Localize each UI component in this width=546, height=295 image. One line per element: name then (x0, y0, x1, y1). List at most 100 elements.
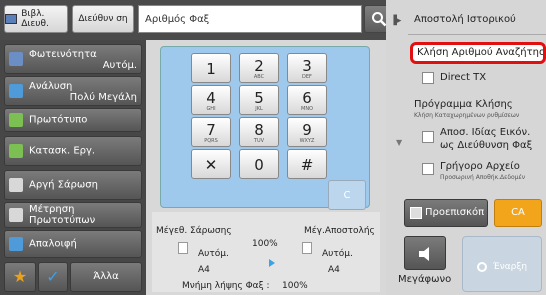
scroll-down-icon[interactable]: ▼ (396, 138, 408, 150)
book-icon (5, 14, 18, 24)
scan-info-panel: Μέγεθ. Σάρωσης Μέγ.Αποστολής 100% Αυτόμ.… (152, 212, 380, 292)
ratio-value: 100% (252, 239, 278, 249)
keypad-letters: ABC (253, 74, 265, 80)
job-build-button[interactable]: Κατασκ. Εργ. (4, 136, 142, 166)
check-icon: ✓ (46, 267, 60, 286)
keypad-digit: 5 (254, 89, 264, 107)
send-size-label: Μέγ.Αποστολής (304, 226, 375, 236)
call-program-sub: Κλήση Καταχωρημένων ρυθμίσεων (414, 112, 520, 119)
collapse-icon[interactable]: ▐▸ (390, 16, 402, 28)
preview-icon (410, 207, 422, 219)
speaker-button[interactable] (404, 236, 446, 270)
right-panel: ▐▸ Αποστολή Ιστορικού Κλήση Αριθμού Αναζ… (386, 0, 546, 295)
resolution-icon (9, 84, 23, 98)
original-count-button[interactable]: Μέτρηση Πρωτοτύπων (4, 202, 142, 228)
ca-button[interactable]: CA (494, 199, 542, 227)
keypad-key-12[interactable]: # (287, 149, 327, 179)
original-button[interactable]: Πρωτότυπο (4, 108, 142, 132)
job-build-icon (9, 144, 23, 158)
address-book-label: Βιβλ. Διευθ. (21, 9, 49, 29)
keypad-key-2[interactable]: 2 ABC (239, 53, 279, 83)
original-label: Πρωτότυπο (29, 114, 88, 126)
keypad-digit: 3 (302, 57, 312, 75)
keypad-key-8[interactable]: 8 TUV (239, 117, 279, 147)
erase-label: Απαλοιφή (29, 238, 77, 250)
call-program-item[interactable]: Πρόγραμμα Κλήσης (414, 99, 513, 110)
send-paper-size: A4 (328, 265, 340, 275)
keypad-digit: 6 (302, 89, 312, 107)
fax-number-input[interactable]: Αριθμός Φαξ (138, 5, 362, 33)
keypad-letters: GHI (206, 106, 216, 112)
send-history-item[interactable]: Αποστολή Ιστορικού (414, 14, 516, 25)
clear-key[interactable]: C (328, 180, 366, 210)
keypad-digit: 2 (254, 57, 264, 75)
keypad-key-6[interactable]: 6 MNO (287, 85, 327, 115)
keypad-key-3[interactable]: 3 DEF (287, 53, 327, 83)
send-same-image-checkbox[interactable] (422, 131, 434, 143)
resolution-label: Ανάλυση (29, 81, 73, 92)
settings-sidebar: Φωτεινότητα Αυτόμ. Ανάλυση Πολύ Μεγάλη Π… (0, 40, 146, 295)
favorites-button[interactable]: ★ (4, 262, 36, 292)
address-entry-button[interactable]: Διεύθυν ση (72, 5, 134, 33)
keypad-key-9[interactable]: 9 WXYZ (287, 117, 327, 147)
scan-size-label: Μέγεθ. Σάρωσης (156, 226, 232, 236)
keypad-letters: DEF (302, 74, 312, 80)
keypad-key-4[interactable]: 4 GHI (191, 85, 231, 115)
speaker-icon (419, 247, 429, 261)
start-button[interactable]: Έναρξη (462, 236, 542, 292)
keypad-key-11[interactable]: 0 (239, 149, 279, 179)
slow-scan-label: Αργή Σάρωση (29, 179, 98, 191)
scan-paper-size: A4 (198, 265, 210, 275)
slow-scan-button[interactable]: Αργή Σάρωση (4, 170, 142, 200)
keypad-digit: 9 (302, 121, 312, 139)
keypad-letters: TUV (253, 138, 265, 144)
other-button[interactable]: Άλλα (70, 262, 142, 292)
keypad-area: 1 2 ABC 3 DEF 4 GHI 5 JKL 6 MNO 7 PQRS 8 TUV 9 WXYZ ✕ 0 # C… (146, 40, 386, 295)
direct-tx-label: Direct TX (440, 72, 487, 83)
erase-icon (9, 237, 23, 251)
fax-memory-value: 100% (282, 281, 308, 291)
keypad-letters: WXYZ (299, 138, 315, 144)
keypad-panel: 1 2 ABC 3 DEF 4 GHI 5 JKL 6 MNO 7 PQRS 8 TUV 9 WXYZ ✕ 0 # C (160, 46, 370, 210)
job-build-label: Κατασκ. Εργ. (29, 145, 96, 157)
star-icon: ★ (12, 267, 28, 286)
keypad-key-1[interactable]: 1 (191, 53, 231, 83)
original-icon (9, 113, 23, 127)
keypad-digit: # (300, 156, 314, 174)
quick-file-checkbox[interactable] (422, 163, 434, 175)
direct-tx-checkbox[interactable] (422, 72, 434, 84)
document-icon (178, 242, 188, 254)
resolution-value: Πολύ Μεγάλη (69, 92, 137, 103)
keypad-letters: PQRS (204, 138, 218, 144)
check-button[interactable]: ✓ (38, 262, 68, 292)
keypad-digit: 8 (254, 121, 264, 139)
arrow-right-icon (269, 259, 275, 267)
erase-button[interactable]: Απαλοιφή (4, 230, 142, 258)
resolution-button[interactable]: Ανάλυση Πολύ Μεγάλη (4, 76, 142, 106)
keypad-digit: 1 (206, 60, 216, 78)
keypad-digit: 0 (254, 156, 264, 174)
brightness-value: Αυτόμ. (102, 60, 137, 71)
slow-scan-icon (9, 178, 23, 192)
preview-button[interactable]: Προεπισκόπ (404, 199, 488, 227)
start-icon (477, 262, 487, 272)
quick-file-sub: Προσωρινή Αποθήκ.Δεδομέν (440, 174, 526, 181)
address-book-button[interactable]: Βιβλ. Διευθ. (4, 5, 68, 33)
original-count-icon (9, 208, 23, 222)
send-size-auto: Αυτόμ. (322, 249, 353, 259)
keypad-key-10[interactable]: ✕ (191, 149, 231, 179)
keypad-digit: 4 (206, 89, 216, 107)
keypad-key-5[interactable]: 5 JKL (239, 85, 279, 115)
keypad-digit: ✕ (204, 156, 218, 174)
keypad-key-7[interactable]: 7 PQRS (191, 117, 231, 147)
document-icon (302, 242, 312, 254)
send-same-image-label-1: Αποσ. Ιδίας Εικόν. (440, 127, 531, 138)
recall-search-number-item[interactable]: Κλήση Αριθμού Αναζήτησης (410, 42, 546, 64)
brightness-icon (9, 52, 23, 66)
brightness-button[interactable]: Φωτεινότητα Αυτόμ. (4, 44, 142, 74)
keypad-digit: 7 (206, 121, 216, 139)
brightness-label: Φωτεινότητα (29, 49, 97, 60)
divider (408, 34, 546, 35)
keypad-letters: JKL (255, 106, 263, 112)
scan-size-auto: Αυτόμ. (198, 249, 229, 259)
